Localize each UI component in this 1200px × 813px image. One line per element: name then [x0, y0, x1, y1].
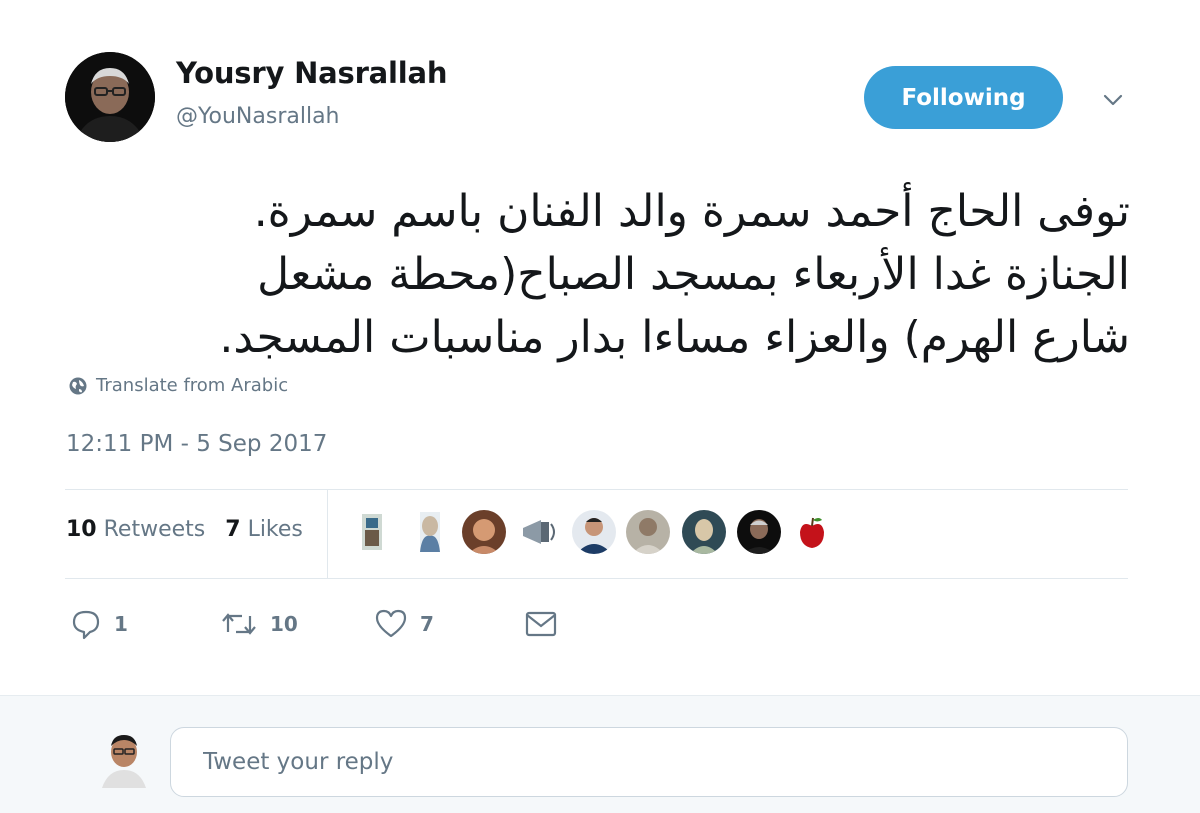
reply-count: 1 [114, 612, 128, 636]
user-photo [98, 728, 150, 788]
retweets-stat[interactable]: 10 Retweets [66, 517, 205, 542]
like-action[interactable]: 7 [374, 606, 434, 642]
divider [65, 489, 1128, 490]
liker-avatar[interactable] [462, 510, 506, 554]
liker-avatar[interactable] [626, 510, 670, 554]
translate-label: Translate from Arabic [96, 375, 289, 396]
globe-icon [69, 377, 87, 394]
author-photo [65, 52, 155, 142]
likes-label: Likes [247, 517, 303, 542]
tweet-card: Yousry Nasrallah @YouNasrallah Following… [0, 0, 1200, 695]
likes-count: 7 [225, 517, 241, 542]
liker-avatar[interactable] [408, 510, 452, 554]
tweet-timestamp[interactable]: 12:11 PM - 5 Sep 2017 [66, 431, 327, 457]
following-button[interactable]: Following [864, 66, 1063, 129]
reply-action[interactable]: 1 [70, 606, 128, 642]
stats-divider [327, 490, 328, 578]
tweet-text-line: الجنازة غدا الأربعاء بمسجد الصباح(محطة م… [257, 249, 1130, 300]
chevron-down-icon [1103, 94, 1123, 106]
liker-avatar[interactable] [517, 510, 561, 554]
liker-avatar[interactable] [682, 510, 726, 554]
liker-avatar[interactable] [794, 510, 830, 554]
envelope-icon [525, 611, 557, 637]
reply-icon [72, 610, 100, 640]
author-name[interactable]: Yousry Nasrallah [176, 56, 448, 90]
divider [65, 578, 1128, 579]
reply-input[interactable] [170, 727, 1128, 797]
retweet-action[interactable]: 10 [220, 606, 298, 642]
current-user-avatar [98, 728, 150, 788]
likes-stat[interactable]: 7 Likes [225, 517, 303, 542]
author-handle[interactable]: @YouNasrallah [176, 104, 340, 129]
heart-icon [375, 609, 407, 638]
translate-link[interactable]: Translate from Arabic [68, 375, 288, 396]
retweet-icon [222, 613, 256, 635]
apple-icon [800, 517, 824, 548]
retweets-count: 10 [66, 517, 97, 542]
tweet-text: توفى الحاج أحمد سمرة والد الفنان باسم سم… [60, 180, 1130, 369]
author-avatar[interactable] [65, 52, 155, 142]
engagement-stats: 10 Retweets 7 Likes [66, 517, 303, 542]
liker-avatar[interactable] [737, 510, 781, 554]
liker-avatar[interactable] [572, 510, 616, 554]
more-options-caret[interactable] [1098, 88, 1128, 112]
like-count: 7 [420, 612, 434, 636]
direct-message-action[interactable] [524, 606, 558, 642]
tweet-text-line: توفى الحاج أحمد سمرة والد الفنان باسم سم… [253, 186, 1130, 237]
tweet-text-line: شارع الهرم) والعزاء مساءا بدار مناسبات ا… [219, 312, 1130, 363]
retweet-count: 10 [270, 612, 298, 636]
retweets-label: Retweets [103, 517, 206, 542]
liker-avatar[interactable] [352, 510, 392, 554]
